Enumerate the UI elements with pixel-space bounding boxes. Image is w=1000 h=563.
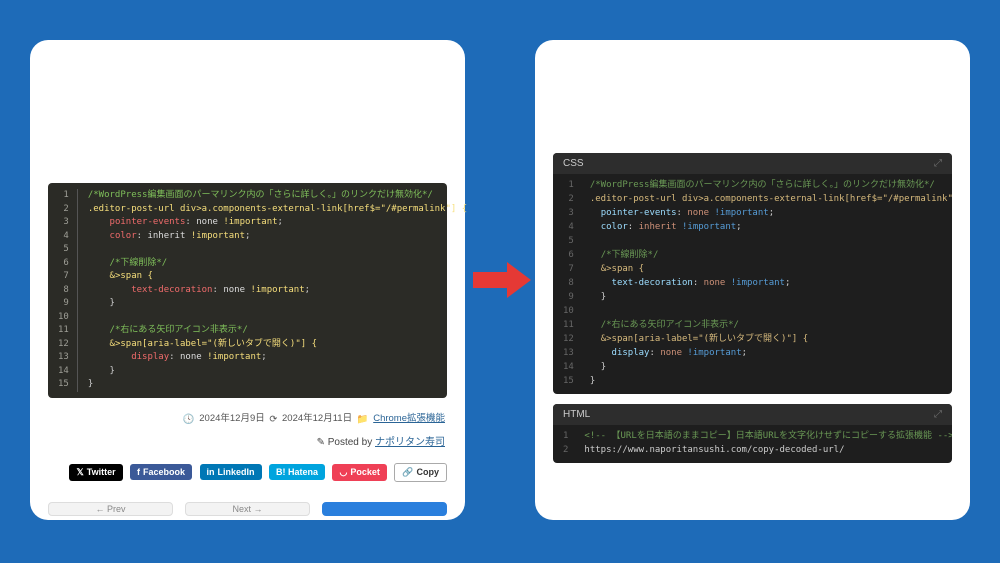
expand-icon[interactable]: ⤢ bbox=[934, 158, 942, 169]
date-created: 2024年12月9日 bbox=[199, 413, 264, 424]
share-linkedin-button[interactable]: in LinkedIn bbox=[200, 464, 262, 480]
share-twitter-label: Twitter bbox=[87, 467, 116, 477]
css-panel-label: CSS bbox=[563, 158, 584, 169]
category-link[interactable]: Chrome拡張機能 bbox=[373, 413, 445, 424]
css-panel: CSS ⤢ 1 2 3 4 5 6 7 8 9 10 11 12 13 14 1… bbox=[553, 153, 952, 394]
share-pocket-button[interactable]: ◡ Pocket bbox=[332, 464, 386, 481]
share-hatena-label: B! Hatena bbox=[276, 467, 318, 477]
linkedin-icon: in bbox=[207, 467, 215, 477]
folder-icon: 📁 bbox=[357, 414, 369, 425]
nav-third-button[interactable] bbox=[322, 502, 447, 516]
post-meta-row: 🕓 2024年12月9日 ⟳ 2024年12月11日 📁 Chrome拡張機能 bbox=[48, 406, 447, 429]
css-code-lines: /*WordPress編集画面のパーマリンク内の「さらに詳しく。」のリンクだけ無… bbox=[582, 178, 952, 388]
left-code-block: 1 2 3 4 5 6 7 8 9 10 11 12 13 14 15 /*Wo… bbox=[48, 183, 447, 398]
html-code-lines: <!-- 【URLを日本語のままコピー】日本語URLを文字化けせずにコピーする拡… bbox=[576, 429, 952, 457]
refresh-icon: ⟳ bbox=[269, 414, 277, 425]
right-card: CSS ⤢ 1 2 3 4 5 6 7 8 9 10 11 12 13 14 1… bbox=[535, 40, 970, 520]
facebook-icon: f bbox=[137, 467, 140, 477]
html-line-numbers: 1 2 bbox=[553, 429, 576, 457]
share-bar: 𝕏 Twitter f Facebook in LinkedIn B! Hate… bbox=[48, 462, 447, 482]
nav-bar: ← Prev Next → bbox=[48, 502, 447, 516]
share-linkedin-label: LinkedIn bbox=[218, 467, 255, 477]
link-icon: 🔗 bbox=[402, 467, 413, 478]
html-panel-header: HTML ⤢ bbox=[553, 404, 952, 425]
html-panel: HTML ⤢ 1 2 <!-- 【URLを日本語のままコピー】日本語URLを文字… bbox=[553, 404, 952, 463]
pencil-icon: ✎ bbox=[317, 437, 325, 448]
left-line-numbers: 1 2 3 4 5 6 7 8 9 10 11 12 13 14 15 bbox=[48, 189, 78, 392]
css-line-numbers: 1 2 3 4 5 6 7 8 9 10 11 12 13 14 15 bbox=[553, 178, 582, 388]
prev-button[interactable]: ← Prev bbox=[48, 502, 173, 516]
x-icon: 𝕏 bbox=[76, 467, 83, 478]
pocket-icon: ◡ bbox=[339, 467, 347, 478]
html-panel-label: HTML bbox=[563, 409, 590, 420]
arrow-icon bbox=[473, 262, 531, 298]
share-facebook-button[interactable]: f Facebook bbox=[130, 464, 192, 480]
left-code-lines: /*WordPress編集画面のパーマリンク内の「さらに詳しく。」のリンクだけ無… bbox=[78, 189, 475, 392]
share-pocket-label: Pocket bbox=[350, 467, 380, 477]
left-card: 1 2 3 4 5 6 7 8 9 10 11 12 13 14 15 /*Wo… bbox=[30, 40, 465, 520]
posted-by-label: Posted by bbox=[328, 437, 372, 448]
author-link[interactable]: ナポリタン寿司 bbox=[375, 437, 445, 448]
author-row: ✎ Posted by ナポリタン寿司 bbox=[48, 429, 447, 456]
share-twitter-button[interactable]: 𝕏 Twitter bbox=[69, 464, 122, 481]
expand-icon[interactable]: ⤢ bbox=[934, 409, 942, 420]
css-panel-header: CSS ⤢ bbox=[553, 153, 952, 174]
share-copy-button[interactable]: 🔗 Copy bbox=[394, 463, 447, 482]
clock-icon: 🕓 bbox=[183, 414, 195, 425]
share-hatena-button[interactable]: B! Hatena bbox=[269, 464, 325, 480]
right-spacer bbox=[553, 58, 952, 153]
share-copy-label: Copy bbox=[417, 467, 440, 477]
share-facebook-label: Facebook bbox=[143, 467, 185, 477]
left-spacer bbox=[48, 58, 447, 183]
date-updated: 2024年12月11日 bbox=[282, 413, 352, 424]
next-button[interactable]: Next → bbox=[185, 502, 310, 516]
